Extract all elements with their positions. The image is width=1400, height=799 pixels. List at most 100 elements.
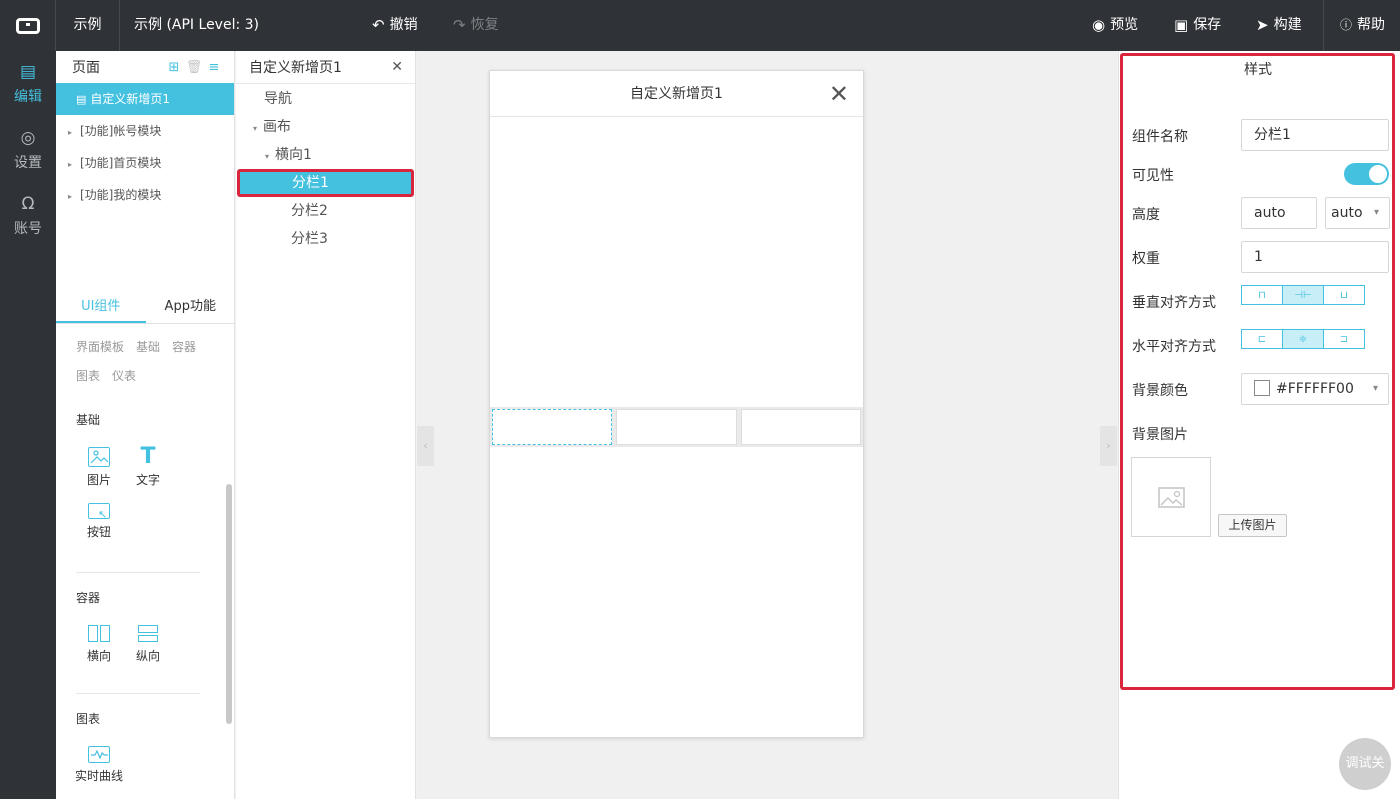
column-3[interactable] (740, 409, 861, 445)
tree-label: 横向1 (275, 147, 312, 163)
collapse-right-handle[interactable]: › (1100, 426, 1117, 466)
height-label: 高度 (1132, 207, 1160, 223)
group-title: 容器 (76, 591, 101, 605)
category-templates[interactable]: 界面模板 (76, 338, 124, 355)
align-top-icon[interactable]: ⊓ (1242, 286, 1283, 304)
logo-icon (15, 17, 40, 34)
phone-title: 自定义新增页1 (630, 86, 723, 102)
style-title: 样式 (1244, 62, 1272, 78)
component-label: 横向 (86, 649, 111, 663)
align-right-icon[interactable]: ⊐ (1324, 330, 1364, 348)
caret-right-icon[interactable]: ▸ (68, 117, 80, 149)
component-text[interactable]: T 文字 (128, 446, 168, 488)
align-center-icon[interactable]: ≑ (1283, 330, 1324, 348)
page-item[interactable]: ▸ [功能]我的模块 (56, 179, 234, 211)
redo-label: 恢复 (470, 17, 499, 33)
nav-item-settings[interactable]: ◎ 设置 (0, 117, 56, 183)
horizontal-align-group: ⊏ ≑ ⊐ (1241, 329, 1365, 349)
logo[interactable] (0, 0, 56, 51)
scrollbar[interactable] (226, 484, 232, 724)
tree-item-column-3[interactable]: 分栏3 (236, 225, 415, 253)
help-button[interactable]: ⓘ 帮助 (1340, 0, 1385, 51)
save-label: 保存 (1193, 17, 1222, 33)
preview-button[interactable]: ◉ 预览 (1092, 0, 1138, 51)
category-gauge[interactable]: 仪表 (112, 367, 136, 384)
height-unit-select[interactable]: auto (1325, 197, 1390, 229)
delete-page-icon[interactable]: 🗑 (184, 60, 204, 75)
category-container[interactable]: 容器 (172, 338, 196, 355)
image-icon (88, 447, 110, 467)
help-label: 帮助 (1357, 17, 1386, 33)
color-swatch (1254, 380, 1270, 396)
caret-down-icon[interactable]: ▾ (253, 115, 263, 143)
build-button[interactable]: ➤ 构建 (1256, 0, 1302, 51)
category-chart[interactable]: 图表 (76, 367, 100, 384)
page-item[interactable]: ▤ 自定义新增页1 (56, 83, 234, 115)
divider (76, 572, 200, 573)
caret-down-icon[interactable]: ▾ (265, 143, 275, 171)
caret-right-icon[interactable]: ▸ (68, 149, 80, 181)
project-name[interactable]: 示例 (56, 0, 120, 51)
component-horizontal[interactable]: 横向 (79, 625, 119, 664)
page-label: [功能]帐号模块 (80, 124, 162, 138)
pages-header: 页面 ⊞ 🗑 ≡ (56, 51, 234, 83)
component-tree-panel: 自定义新增页1 ✕ 导航 ▾ 画布 ▾ 横向1 分栏1 分栏2 分栏3 (236, 51, 416, 799)
component-vertical[interactable]: 纵向 (128, 625, 168, 664)
align-middle-icon[interactable]: ⊣⊢ (1283, 286, 1324, 304)
tree-item-column-2[interactable]: 分栏2 (236, 197, 415, 225)
column-2[interactable] (616, 409, 737, 445)
chevron-right-icon: › (1106, 439, 1111, 452)
page-item[interactable]: ▸ [功能]首页模块 (56, 147, 234, 179)
column-1[interactable] (492, 409, 613, 445)
close-icon[interactable]: ✕ (391, 59, 403, 75)
background-image-placeholder[interactable] (1131, 457, 1211, 537)
edit-icon: ▤ (19, 61, 37, 82)
tree-title: 自定义新增页1 (249, 60, 342, 76)
redo-icon: ↷ (453, 16, 466, 34)
background-color-select[interactable]: #FFFFFF00 (1241, 373, 1389, 405)
caret-right-icon[interactable]: ▸ (68, 181, 80, 213)
horizontal-icon (88, 625, 110, 642)
tree-item-column-1[interactable]: 分栏1 (237, 169, 414, 197)
visibility-toggle[interactable] (1344, 163, 1389, 185)
add-page-icon[interactable]: ⊞ (164, 60, 184, 75)
nav-item-account[interactable]: Ω 账号 (0, 183, 56, 249)
align-bottom-icon[interactable]: ⊔ (1324, 286, 1364, 304)
align-left-icon[interactable]: ⊏ (1242, 330, 1283, 348)
component-name-input[interactable]: 分栏1 (1241, 119, 1389, 151)
save-button[interactable]: ▣ 保存 (1174, 0, 1221, 51)
page-icon: ▤ (76, 93, 87, 106)
nav-item-edit[interactable]: ▤ 编辑 (0, 51, 56, 117)
undo-button[interactable]: ↶ 撤销 (372, 0, 418, 51)
component-realtime-curve[interactable]: 实时曲线 (74, 746, 124, 784)
weight-label: 权重 (1132, 251, 1160, 267)
tab-app-features[interactable]: App功能 (146, 292, 236, 323)
collapse-left-handle[interactable]: ‹ (417, 426, 434, 466)
phone-preview: 自定义新增页1 ✕ (489, 70, 864, 738)
menu-icon[interactable]: ≡ (204, 60, 224, 75)
page-item[interactable]: ▸ [功能]帐号模块 (56, 115, 234, 147)
upload-image-button[interactable]: 上传图片 (1218, 514, 1287, 537)
height-input[interactable]: auto (1241, 197, 1317, 229)
tree-item-canvas[interactable]: ▾ 画布 (236, 113, 415, 141)
weight-input[interactable]: 1 (1241, 241, 1389, 273)
tab-ui-components[interactable]: UI组件 (56, 292, 146, 323)
build-label: 构建 (1273, 17, 1302, 33)
preview-label: 预览 (1110, 17, 1139, 33)
component-button[interactable]: ↖ 按钮 (79, 503, 119, 540)
category-basic[interactable]: 基础 (136, 338, 160, 355)
tree-item-nav[interactable]: 导航 (236, 85, 415, 113)
horizontal-container[interactable] (490, 407, 863, 447)
pages-title: 页面 (72, 60, 100, 76)
page-label: 自定义新增页1 (90, 92, 171, 106)
nav-label: 编辑 (14, 88, 42, 105)
curve-icon (88, 746, 110, 763)
debug-toggle-button[interactable]: 调试关 (1339, 738, 1391, 790)
tree-item-horizontal[interactable]: ▾ 横向1 (236, 141, 415, 169)
category-row: 图表 仪表 (76, 367, 136, 384)
chevron-left-icon: ‹ (423, 439, 428, 452)
close-icon[interactable]: ✕ (829, 71, 849, 117)
component-image[interactable]: 图片 (79, 447, 119, 488)
component-label: 按钮 (86, 525, 111, 539)
redo-button[interactable]: ↷ 恢复 (453, 0, 499, 51)
